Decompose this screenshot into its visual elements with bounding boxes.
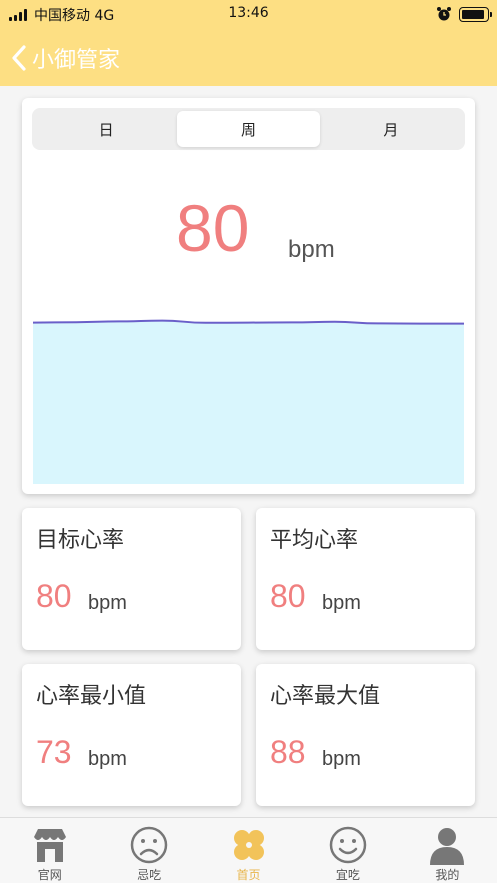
tab-week[interactable]: 周 [177,111,320,147]
stat-unit: bpm [88,592,127,614]
stat-card-average: 平均心率 80 bpm [256,508,475,650]
tabbar-label: 宜吃 [335,868,360,882]
tab-label: 日 [98,120,114,139]
stat-unit: bpm [322,748,361,770]
alarm-clock-icon [437,7,451,21]
tabbar-item-avoid[interactable]: 忌吃 [99,818,198,883]
stat-value: 80 [270,578,306,614]
tabbar-label: 官网 [37,868,62,882]
stat-title: 心率最大值 [270,684,381,709]
tabbar-label: 我的 [435,868,460,882]
heart-rate-chart [33,319,464,484]
status-bar: 中国移动 4G 13:46 [0,0,497,30]
tab-day[interactable]: 日 [35,111,177,147]
smile-face-icon [329,826,367,864]
tabbar-label: 首页 [236,868,261,882]
tabbar-item-home[interactable]: 首页 [199,818,298,883]
stat-card-max: 心率最大值 88 bpm [256,664,475,806]
stat-card-target: 目标心率 80 bpm [22,508,241,650]
heart-rate-card: 日 周 月 80 bpm [22,98,475,494]
stat-card-min: 心率最小值 73 bpm [22,664,241,806]
stat-unit: bpm [88,748,127,770]
current-heart-rate: 80 [176,191,250,265]
battery-icon [459,7,492,22]
tab-label: 月 [383,120,399,139]
tab-label: 周 [240,120,256,139]
stat-value: 73 [36,734,72,770]
tabbar-label: 忌吃 [137,868,162,882]
sad-face-icon [130,826,168,864]
status-time: 13:46 [228,5,269,21]
stat-title: 平均心率 [270,528,359,553]
stat-title: 目标心率 [36,528,125,553]
stat-unit: bpm [322,592,361,614]
clover-icon [233,830,264,860]
stat-title: 心率最小值 [36,684,147,709]
stat-value: 88 [270,734,306,770]
bottom-tab-bar: 官网 忌吃 首页 宜吃 我的 [0,817,497,883]
chart-area [33,320,464,484]
shop-icon [33,829,66,862]
chevron-left-icon [12,45,26,71]
back-button[interactable]: 小御管家 [10,42,120,74]
tabbar-item-recommend[interactable]: 宜吃 [298,818,397,883]
current-unit: bpm [288,236,335,263]
tab-month[interactable]: 月 [320,111,462,147]
nav-bar: 小御管家 [0,30,497,86]
tabbar-item-website[interactable]: 官网 [0,818,99,883]
user-icon [430,828,465,865]
page-title: 小御管家 [32,48,121,73]
tabbar-item-mine[interactable]: 我的 [398,818,497,883]
stat-value: 80 [36,578,72,614]
period-tabs: 日 周 月 [32,108,465,150]
